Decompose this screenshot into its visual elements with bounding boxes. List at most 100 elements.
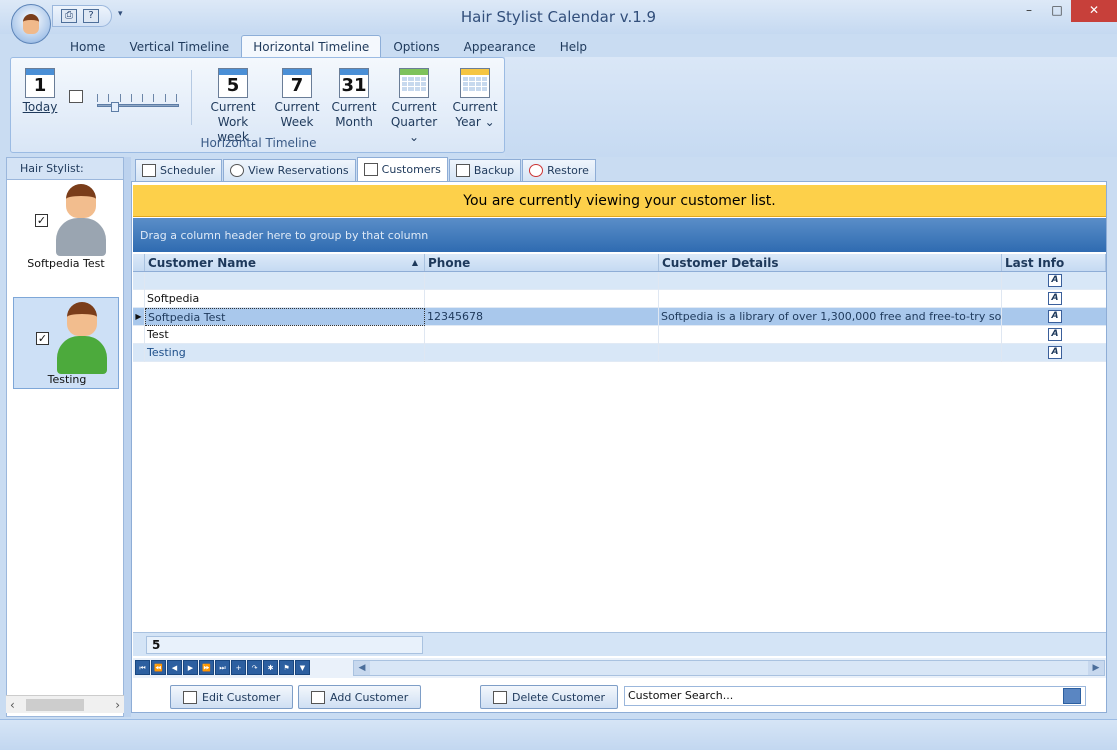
row-indicator-icon: ▶ xyxy=(133,308,145,326)
current-month-button[interactable]: 31 Current Month xyxy=(329,68,379,130)
add-icon xyxy=(311,690,325,704)
tab-vertical-timeline[interactable]: Vertical Timeline xyxy=(117,35,241,58)
cell-details[interactable] xyxy=(659,344,1002,362)
scroll-left-icon[interactable]: ‹ xyxy=(10,698,15,712)
cell-phone[interactable] xyxy=(425,344,659,362)
prev-record-icon[interactable]: ◀ xyxy=(167,660,182,675)
bookmark-icon[interactable]: ✱ xyxy=(263,660,278,675)
today-button[interactable]: 1 Today xyxy=(19,68,61,115)
last-info-icon[interactable]: A xyxy=(1048,292,1062,305)
tab-horizontal-timeline[interactable]: Horizontal Timeline xyxy=(241,35,382,58)
customers-view: You are currently viewing your customer … xyxy=(131,181,1107,713)
stylist-card[interactable]: ✓ Softpedia Test xyxy=(13,180,119,272)
tab-scheduler[interactable]: Scheduler xyxy=(135,159,223,181)
cell-phone[interactable]: 12345678 xyxy=(425,308,659,326)
window-title: Hair Stylist Calendar v.1.9 xyxy=(460,8,657,26)
current-week-button[interactable]: 7 Current Week xyxy=(273,68,321,130)
insert-record-icon[interactable]: + xyxy=(231,660,246,675)
scroll-thumb[interactable] xyxy=(26,698,84,711)
scroll-right-icon[interactable]: › xyxy=(115,698,120,712)
ribbon-group-label: Horizontal Timeline xyxy=(200,136,317,150)
add-customer-button[interactable]: Add Customer xyxy=(298,685,422,709)
scroll-right-icon[interactable]: ▶ xyxy=(1088,661,1104,675)
group-by-panel[interactable]: Drag a column header here to group by th… xyxy=(133,218,1106,252)
tab-home[interactable]: Home xyxy=(58,35,117,58)
prev-page-icon[interactable]: ⏪ xyxy=(151,660,166,675)
last-info-icon[interactable]: A xyxy=(1048,328,1062,341)
last-info-icon[interactable]: A xyxy=(1048,310,1062,323)
app-menu-orb[interactable] xyxy=(11,4,51,44)
maximize-button[interactable]: □ xyxy=(1043,0,1071,22)
table-row[interactable]: Test A xyxy=(133,326,1106,344)
panel-splitter[interactable] xyxy=(124,157,131,717)
table-row[interactable]: ▶ Softpedia Test 12345678 Softpedia is a… xyxy=(133,308,1106,326)
column-last-info[interactable]: Last Info xyxy=(1002,254,1106,271)
cell-customer-name[interactable]: Testing xyxy=(145,344,425,362)
close-button[interactable]: ✕ xyxy=(1071,0,1117,22)
scroll-left-icon[interactable]: ◀ xyxy=(354,661,370,675)
last-info-icon[interactable]: A xyxy=(1048,274,1062,287)
stylist-name: Softpedia Test xyxy=(27,257,105,270)
calendar-icon: 5 xyxy=(218,68,248,98)
cell-phone[interactable] xyxy=(425,290,659,308)
current-year-button[interactable]: Current Year ⌄ xyxy=(449,68,501,130)
cell-details[interactable] xyxy=(659,290,1002,308)
first-record-icon[interactable]: ⏮ xyxy=(135,660,150,675)
cell-customer-name[interactable]: Softpedia Test xyxy=(145,308,425,326)
stylist-card[interactable]: ✓ Testing xyxy=(13,297,119,389)
customer-search-input[interactable]: Customer Search... xyxy=(624,686,1086,706)
tab-restore[interactable]: Restore xyxy=(522,159,596,181)
stylist-checkbox[interactable]: ✓ xyxy=(35,214,48,227)
tab-view-reservations[interactable]: View Reservations xyxy=(223,159,356,181)
today-label: Today xyxy=(22,100,58,114)
scheduler-icon xyxy=(142,164,156,177)
current-quarter-button[interactable]: Current Quarter ⌄ xyxy=(385,68,443,145)
table-row[interactable]: Softpedia A xyxy=(133,290,1106,308)
stylist-panel-scrollbar[interactable]: ‹ › xyxy=(6,695,124,713)
cell-phone[interactable] xyxy=(425,326,659,344)
goto-bookmark-icon[interactable]: ⚑ xyxy=(279,660,294,675)
document-tabs: Scheduler View Reservations Customers Ba… xyxy=(135,157,596,181)
refresh-icon[interactable]: ↷ xyxy=(247,660,262,675)
search-icon[interactable] xyxy=(1063,688,1081,704)
add-customer-label: Add Customer xyxy=(330,690,409,704)
tab-options[interactable]: Options xyxy=(381,35,451,58)
edit-customer-button[interactable]: Edit Customer xyxy=(170,685,294,709)
stylist-checkbox[interactable]: ✓ xyxy=(36,332,49,345)
tab-label: Scheduler xyxy=(160,164,216,177)
current-work-week-button[interactable]: 5 Current Work week xyxy=(203,68,263,145)
tab-label: Backup xyxy=(473,164,515,177)
edit-customer-label: Edit Customer xyxy=(202,690,281,704)
cell-customer-name[interactable]: Softpedia xyxy=(145,290,425,308)
stylist-avatar-icon xyxy=(54,302,110,378)
stylist-avatar-icon xyxy=(53,184,109,260)
last-info-icon[interactable]: A xyxy=(1048,346,1062,359)
next-page-icon[interactable]: ⏩ xyxy=(199,660,214,675)
tab-appearance[interactable]: Appearance xyxy=(452,35,548,58)
tab-backup[interactable]: Backup xyxy=(448,159,522,181)
sort-ascending-icon: ▲ xyxy=(411,258,418,267)
cell-customer-name[interactable]: Test xyxy=(145,326,425,344)
filter-row[interactable]: A xyxy=(133,272,1106,290)
column-customer-name[interactable]: Customer Name ▲ xyxy=(145,254,425,271)
delete-customer-button[interactable]: Delete Customer xyxy=(480,685,619,709)
next-record-icon[interactable]: ▶ xyxy=(183,660,198,675)
filter-icon[interactable]: ▼ xyxy=(295,660,310,675)
cell-details[interactable] xyxy=(659,326,1002,344)
tab-help[interactable]: Help xyxy=(548,35,599,58)
goto-date-icon[interactable] xyxy=(69,90,83,103)
zoom-slider[interactable] xyxy=(97,94,179,112)
zoom-slider-thumb[interactable] xyxy=(111,102,119,112)
cell-details[interactable]: Softpedia is a library of over 1,300,000… xyxy=(659,308,1002,326)
info-banner: You are currently viewing your customer … xyxy=(133,185,1106,217)
last-record-icon[interactable]: ⏭ xyxy=(215,660,230,675)
table-row[interactable]: Testing A xyxy=(133,344,1106,362)
column-phone[interactable]: Phone xyxy=(425,254,659,271)
column-customer-details[interactable]: Customer Details xyxy=(659,254,1002,271)
tab-customers[interactable]: Customers xyxy=(356,157,448,181)
stylist-name: Testing xyxy=(47,373,87,386)
month-label-1: Current xyxy=(331,100,377,114)
grid-horizontal-scrollbar[interactable]: ◀ ▶ xyxy=(353,660,1105,676)
calendar-icon: 1 xyxy=(25,68,55,98)
minimize-button[interactable]: – xyxy=(1015,0,1043,22)
